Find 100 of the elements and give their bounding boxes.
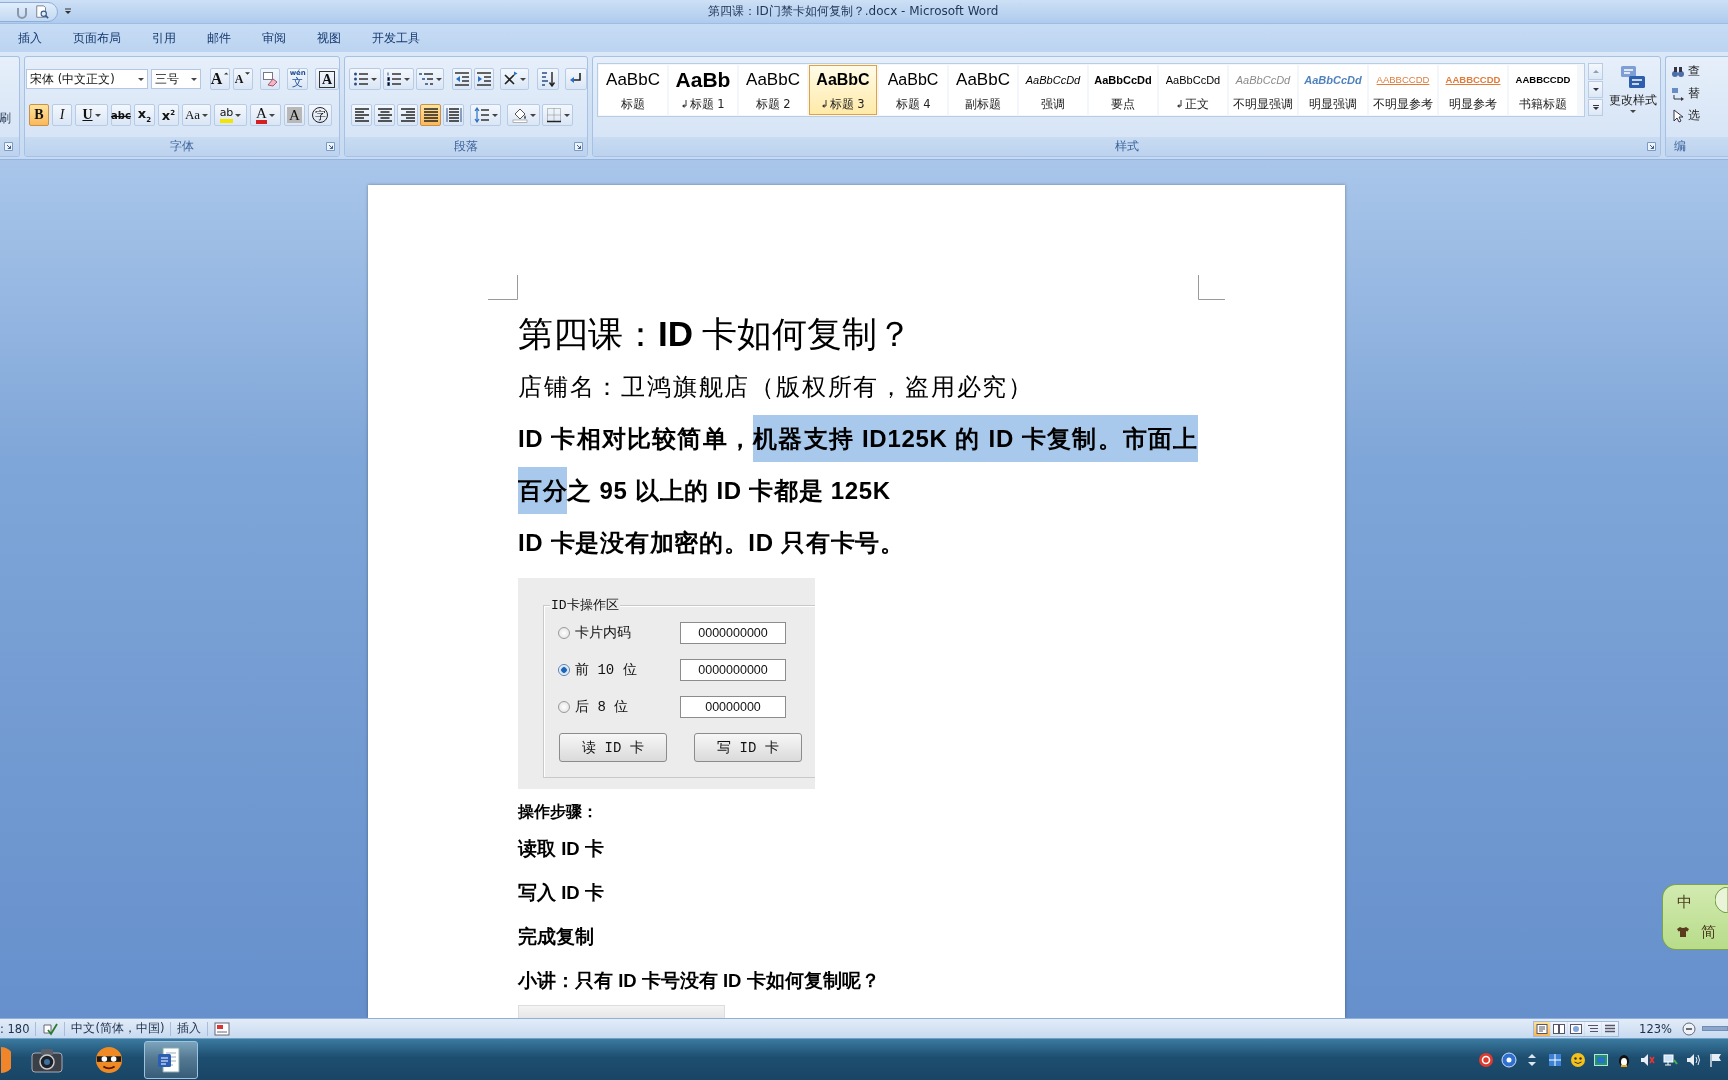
change-styles-button[interactable]: 更改样式 <box>1606 63 1660 125</box>
print-preview-icon[interactable] <box>35 4 49 19</box>
outline-button[interactable] <box>1585 1021 1602 1036</box>
style-item[interactable]: AaBbCcDd 强调 <box>1019 65 1087 115</box>
multilevel-list-button[interactable] <box>415 68 444 90</box>
ime-script-button[interactable]: 简 <box>1701 923 1716 942</box>
distribute-button[interactable] <box>443 104 464 126</box>
ribbon-tab[interactable]: 开发工具 <box>356 26 435 50</box>
zoom-level-text[interactable]: 123% <box>1639 1021 1672 1036</box>
style-item[interactable]: AaBbCcDd 正文 <box>1159 65 1227 115</box>
character-border-button[interactable]: A <box>315 68 339 90</box>
full-screen-button[interactable] <box>1551 1021 1568 1036</box>
macro-record-icon[interactable] <box>214 1021 231 1036</box>
superscript-button[interactable]: x$^{2}$ <box>158 104 179 126</box>
style-item[interactable]: AaBbC 标题 3 <box>809 65 877 115</box>
word-count-text[interactable]: : 180 <box>0 1021 30 1036</box>
ribbon-tab[interactable]: 邮件 <box>191 26 246 50</box>
window-icon[interactable] <box>1547 1051 1563 1068</box>
editing-button[interactable]: 选 <box>1671 106 1728 125</box>
numbering-button[interactable] <box>382 68 414 90</box>
bold-button[interactable]: B <box>29 104 49 126</box>
style-item[interactable]: AaBbC 副标题 <box>949 65 1017 115</box>
flag-icon[interactable] <box>1708 1051 1724 1068</box>
decrease-indent-button[interactable] <box>451 68 473 90</box>
ribbon-tab[interactable]: 页面布局 <box>57 26 136 50</box>
card-number-field[interactable]: 0000000000 <box>680 622 786 644</box>
style-item[interactable]: AaBbCcDd 明显强调 <box>1299 65 1367 115</box>
customize-dropdown-icon[interactable] <box>64 7 72 16</box>
insert-mode-text[interactable]: 插入 <box>177 1021 202 1036</box>
align-right-button[interactable] <box>397 104 418 126</box>
editing-button[interactable]: 查 <box>1671 62 1728 81</box>
network-icon[interactable] <box>1662 1051 1678 1068</box>
enclose-character-button[interactable]: 字 <box>308 104 332 126</box>
dialog-launcher-icon[interactable] <box>574 142 583 151</box>
sort-button[interactable] <box>536 68 559 90</box>
ribbon-tab[interactable]: 审阅 <box>246 26 301 50</box>
grow-font-button[interactable]: A <box>209 68 230 90</box>
change-case-button[interactable]: Aa <box>182 104 211 126</box>
character-shading-button[interactable]: A <box>284 104 305 126</box>
ime-mode-button[interactable]: 中 <box>1677 893 1692 912</box>
shading-button[interactable] <box>507 104 540 126</box>
format-painter-button[interactable]: 刷 <box>0 110 11 127</box>
ring-icon[interactable] <box>1478 1051 1494 1068</box>
zoom-out-icon[interactable] <box>1682 1021 1696 1036</box>
strikethrough-button[interactable]: abc <box>111 104 131 126</box>
underline-button[interactable]: U <box>75 104 108 126</box>
draft-button[interactable] <box>1602 1021 1619 1036</box>
line-spacing-button[interactable] <box>470 104 501 126</box>
increase-indent-button[interactable] <box>474 68 495 90</box>
card-number-field[interactable]: 00000000 <box>680 696 786 718</box>
subscript-button[interactable]: x$_{2}$ <box>134 104 155 126</box>
ribbon-tab[interactable]: 引用 <box>136 26 191 50</box>
monitor-icon[interactable] <box>1593 1051 1609 1068</box>
zoom-slider-track[interactable] <box>1702 1026 1728 1031</box>
ribbon-tab[interactable]: 视图 <box>301 26 356 50</box>
card-number-field[interactable]: 0000000000 <box>680 659 786 681</box>
print-layout-button[interactable] <box>1534 1021 1551 1036</box>
disc-icon[interactable] <box>1501 1051 1517 1068</box>
dialog-launcher-icon[interactable] <box>326 142 335 151</box>
font-size-combo[interactable]: 三号 <box>151 69 201 89</box>
caret-icon <box>370 77 377 81</box>
shirt-icon[interactable] <box>1677 927 1689 937</box>
radio-button[interactable] <box>558 664 570 676</box>
font-name-combo[interactable]: 宋体 (中文正文) <box>26 69 148 89</box>
style-item[interactable]: AaBbC 标题 2 <box>739 65 807 115</box>
style-item[interactable]: AaBb 标题 1 <box>669 65 737 115</box>
align-center-button[interactable] <box>374 104 395 126</box>
bullets-button[interactable] <box>349 68 381 90</box>
style-item[interactable]: AABBCCDD 书籍标题 <box>1509 65 1577 115</box>
justify-button[interactable] <box>420 104 441 126</box>
style-item[interactable]: AABBCCDD 不明显参考 <box>1369 65 1437 115</box>
editing-button[interactable]: 替 <box>1671 84 1728 103</box>
more-styles-button[interactable] <box>1588 99 1603 116</box>
shrink-font-button[interactable]: A <box>232 68 253 90</box>
highlight-button[interactable]: ab <box>214 104 247 126</box>
style-item[interactable]: AaBbC 标题 <box>599 65 667 115</box>
dialog-launcher-icon[interactable] <box>4 142 13 151</box>
align-left-button[interactable] <box>351 104 372 126</box>
chinese-layout-button[interactable] <box>500 68 529 90</box>
style-item[interactable]: AaBbCcDd 不明显强调 <box>1229 65 1297 115</box>
font-color-button[interactable]: A <box>250 104 281 126</box>
dialog-button[interactable]: 读 ID 卡 <box>559 733 667 762</box>
spellcheck-icon[interactable] <box>42 1021 59 1036</box>
smiley-icon[interactable] <box>1570 1051 1586 1068</box>
dialog-button[interactable]: 写 ID 卡 <box>694 733 802 762</box>
dialog-launcher-icon[interactable] <box>1647 142 1656 151</box>
clear-formatting-button[interactable] <box>259 68 281 90</box>
borders-button[interactable] <box>542 104 573 126</box>
show-marks-button[interactable] <box>564 68 587 90</box>
radio-button[interactable] <box>558 627 570 639</box>
italic-button[interactable]: I <box>52 104 72 126</box>
ribbon-tab[interactable]: 插入 <box>2 26 57 50</box>
radio-button[interactable] <box>558 701 570 713</box>
style-item[interactable]: AaBbC 标题 4 <box>879 65 947 115</box>
taskbar-button[interactable] <box>144 1040 198 1079</box>
style-item[interactable]: AABBCCDD 明显参考 <box>1439 65 1507 115</box>
style-item[interactable]: AaBbCcDd 要点 <box>1089 65 1157 115</box>
language-text[interactable]: 中文(简体，中国) <box>71 1021 165 1036</box>
web-layout-button[interactable] <box>1568 1021 1585 1036</box>
scroll-down-button[interactable] <box>1588 81 1603 98</box>
